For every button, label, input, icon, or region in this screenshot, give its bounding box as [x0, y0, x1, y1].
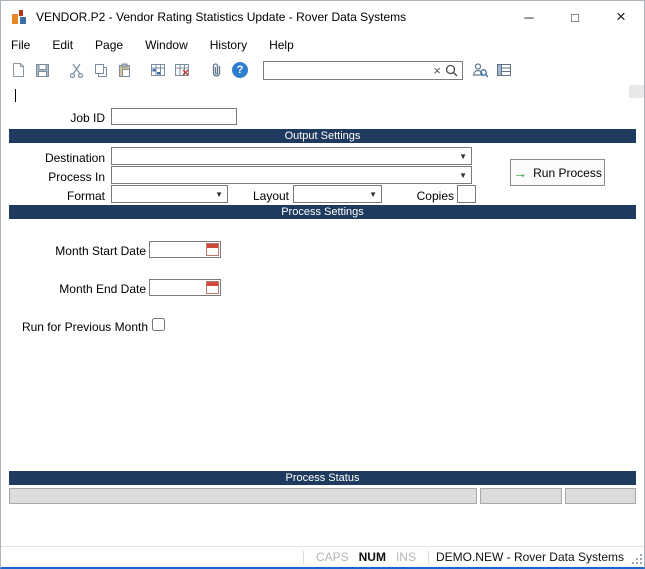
maximize-button[interactable]: □ — [552, 1, 598, 33]
section-process-status: Process Status — [9, 471, 636, 485]
job-id-input[interactable] — [111, 108, 237, 125]
calendar-icon[interactable] — [206, 243, 219, 256]
help-glyph: ? — [232, 62, 248, 78]
statusbar-separator — [428, 551, 429, 564]
calendar-icon[interactable] — [206, 281, 219, 294]
paste-icon[interactable] — [115, 61, 133, 79]
month-end-date-input[interactable] — [149, 279, 221, 296]
previous-month-label: Run for Previous Month — [22, 320, 148, 334]
menu-history[interactable]: History — [208, 35, 257, 55]
caption-buttons: ─ □ × — [506, 1, 644, 33]
process-status-field-3 — [565, 488, 636, 504]
help-icon[interactable]: ? — [231, 61, 249, 79]
insert-mode-indicator: INS — [396, 550, 416, 564]
statusbar: CAPS NUM INS DEMO.NEW - Rover Data Syste… — [1, 546, 644, 567]
chevron-down-icon: ▼ — [457, 171, 471, 180]
close-button[interactable]: × — [598, 1, 644, 33]
cut-icon[interactable] — [67, 61, 85, 79]
section-process-settings: Process Settings — [9, 205, 636, 219]
search-icon[interactable] — [445, 64, 462, 77]
menu-window[interactable]: Window — [143, 35, 198, 55]
process-status-field-1 — [9, 488, 477, 504]
process-in-label: Process In — [48, 170, 105, 184]
chevron-down-icon: ▼ — [457, 152, 471, 161]
titlebar: VENDOR.P2 - Vendor Rating Statistics Upd… — [1, 1, 644, 33]
month-start-date-label: Month Start Date — [55, 244, 146, 258]
month-start-date-input[interactable] — [149, 241, 221, 258]
toolbar: ? × — [1, 56, 644, 84]
new-document-icon[interactable] — [9, 61, 27, 79]
format-label: Format — [67, 189, 105, 203]
search-clear-icon[interactable]: × — [429, 62, 445, 79]
process-status-field-2 — [480, 488, 562, 504]
copy-icon[interactable] — [91, 61, 109, 79]
run-process-button[interactable]: → Run Process — [510, 159, 605, 186]
minimize-button[interactable]: ─ — [506, 1, 552, 33]
process-in-combobox[interactable]: ▼ — [111, 166, 472, 184]
table-data-icon[interactable] — [149, 61, 167, 79]
menu-edit[interactable]: Edit — [50, 35, 83, 55]
user-search-icon[interactable] — [471, 61, 489, 79]
layout-combobox[interactable]: ▼ — [293, 185, 382, 203]
section-output-settings: Output Settings — [9, 129, 636, 143]
menu-help[interactable]: Help — [267, 35, 304, 55]
destination-label: Destination — [45, 151, 105, 165]
month-end-date-label: Month End Date — [59, 282, 146, 296]
search-input[interactable] — [264, 63, 429, 78]
destination-combobox[interactable]: ▼ — [111, 147, 472, 165]
previous-month-checkbox[interactable] — [152, 318, 165, 331]
copies-input[interactable] — [457, 185, 476, 203]
copies-label: Copies — [417, 189, 454, 203]
table-view-icon[interactable] — [495, 61, 513, 79]
job-id-label: Job ID — [70, 111, 105, 125]
menu-page[interactable]: Page — [93, 35, 133, 55]
save-icon[interactable] — [33, 61, 51, 79]
session-info: DEMO.NEW - Rover Data Systems — [436, 550, 624, 564]
toolbar-search-box: × — [263, 61, 463, 80]
menubar: File Edit Page Window History Help — [1, 33, 644, 56]
resize-grip[interactable] — [630, 552, 643, 565]
attachment-icon[interactable] — [207, 61, 225, 79]
run-arrow-icon: → — [513, 166, 527, 180]
chevron-down-icon: ▼ — [367, 190, 381, 199]
app-window: VENDOR.P2 - Vendor Rating Statistics Upd… — [0, 0, 645, 569]
vertical-scrollbar[interactable] — [629, 85, 645, 98]
layout-label: Layout — [253, 189, 289, 203]
statusbar-separator — [303, 551, 304, 564]
num-lock-indicator: NUM — [359, 550, 386, 564]
table-remove-icon[interactable] — [173, 61, 191, 79]
caps-lock-indicator: CAPS — [316, 550, 349, 564]
app-logo-icon — [11, 9, 27, 25]
text-caret — [15, 89, 16, 102]
chevron-down-icon: ▼ — [213, 190, 227, 199]
format-combobox[interactable]: ▼ — [111, 185, 228, 203]
window-title: VENDOR.P2 - Vendor Rating Statistics Upd… — [36, 10, 406, 24]
menu-file[interactable]: File — [9, 35, 40, 55]
run-process-label: Run Process — [533, 166, 602, 180]
